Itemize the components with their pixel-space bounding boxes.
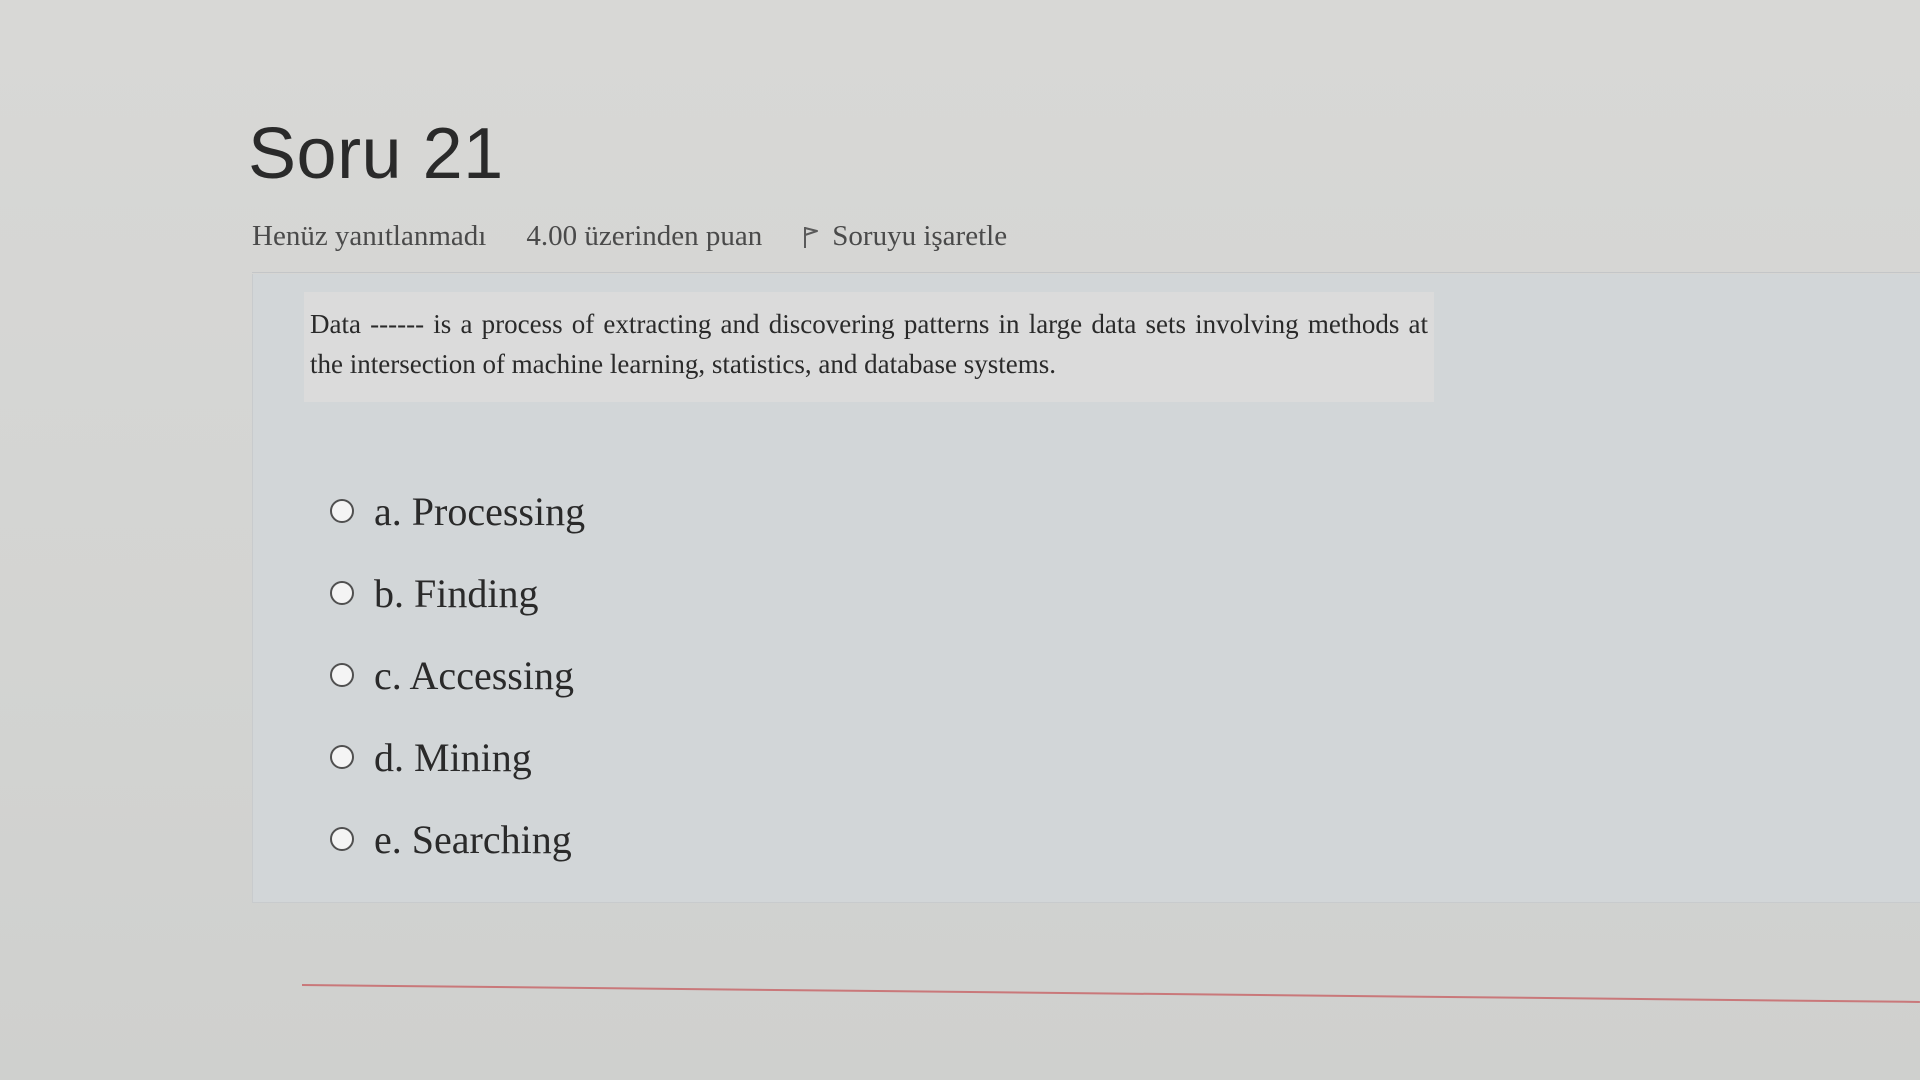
answer-option-c[interactable]: c. Accessing [330,634,585,716]
answer-label-c: c. Accessing [374,652,574,698]
answer-list: a. Processing b. Finding c. Accessing d.… [330,470,585,880]
flag-icon [802,225,820,249]
answer-status: Henüz yanıtlanmadı [252,220,487,252]
answer-option-e[interactable]: e. Searching [330,798,585,880]
meta-divider [252,272,1920,273]
answer-label-b: b. Finding [374,570,539,616]
answer-label-d: d. Mining [374,734,532,780]
flag-question-label: Soruyu işaretle [832,220,1008,252]
question-points: 4.00 üzerinden puan [526,220,763,252]
radio-button-c[interactable] [330,663,354,687]
answer-label-e: e. Searching [374,816,572,862]
answer-option-d[interactable]: d. Mining [330,716,585,798]
radio-button-e[interactable] [330,827,354,851]
quiz-page: Soru 21 Henüz yanıtlanmadı 4.00 üzerinde… [0,0,1920,1080]
answer-option-b[interactable]: b. Finding [330,552,585,634]
question-title: Soru 21 [248,114,504,194]
answer-option-a[interactable]: a. Processing [330,470,585,552]
question-meta: Henüz yanıtlanmadı 4.00 üzerinden puan S… [252,222,1007,251]
answer-label-a: a. Processing [374,488,586,534]
question-text: Data ------ is a process of extracting a… [310,309,1428,379]
bottom-divider [301,984,1920,1003]
flag-question-button[interactable]: Soruyu işaretle [802,222,1007,251]
radio-button-a[interactable] [330,499,354,523]
radio-button-d[interactable] [330,745,354,769]
radio-button-b[interactable] [330,581,354,605]
